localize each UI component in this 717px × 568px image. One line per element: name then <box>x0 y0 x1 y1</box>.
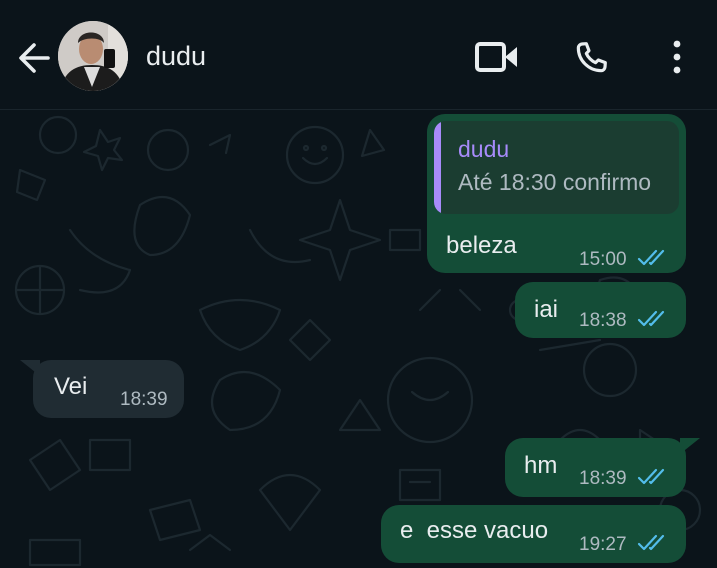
bubble-tail-incoming <box>20 360 40 376</box>
reply-quote[interactable]: dudu Até 18:30 confirmo <box>434 121 679 214</box>
message-text: e esse vacuo <box>400 517 549 544</box>
double-check-icon <box>637 468 665 485</box>
double-check-icon <box>637 249 665 266</box>
more-vert-icon[interactable] <box>667 38 687 78</box>
message-text: iai <box>534 296 559 323</box>
chat-background: dudu Até 18:30 confirmo beleza 15:00 iai… <box>0 110 717 568</box>
message-time: 18:39 <box>579 468 627 489</box>
double-check-icon <box>637 310 665 327</box>
message-text: hm <box>524 452 558 479</box>
message-time: 15:00 <box>579 249 627 270</box>
quote-text: Até 18:30 confirmo <box>458 169 652 195</box>
message-text: beleza <box>446 232 517 259</box>
message-bubble-outgoing[interactable]: hm 18:39 <box>505 438 686 497</box>
arrow-left-icon[interactable] <box>14 38 54 78</box>
bubble-tail-outgoing <box>680 438 700 454</box>
message-time: 18:38 <box>579 310 627 331</box>
message-bubble-outgoing[interactable]: e esse vacuo 19:27 <box>381 505 686 563</box>
quote-accent-bar <box>434 121 441 214</box>
contact-name[interactable]: dudu <box>146 40 206 72</box>
double-check-icon <box>637 534 665 551</box>
message-time: 19:27 <box>579 534 627 555</box>
message-bubble-incoming[interactable]: Vei 18:39 <box>33 360 184 418</box>
message-bubble-outgoing[interactable]: iai 18:38 <box>515 282 686 338</box>
message-bubble-outgoing[interactable]: dudu Até 18:30 confirmo beleza 15:00 <box>427 114 686 273</box>
video-call-icon[interactable] <box>474 38 520 76</box>
quote-author: dudu <box>458 136 510 162</box>
avatar[interactable] <box>58 21 128 91</box>
message-time: 18:39 <box>120 389 168 410</box>
message-text: Vei <box>54 373 88 400</box>
phone-icon[interactable] <box>571 38 611 78</box>
chat-header: dudu <box>0 0 717 110</box>
